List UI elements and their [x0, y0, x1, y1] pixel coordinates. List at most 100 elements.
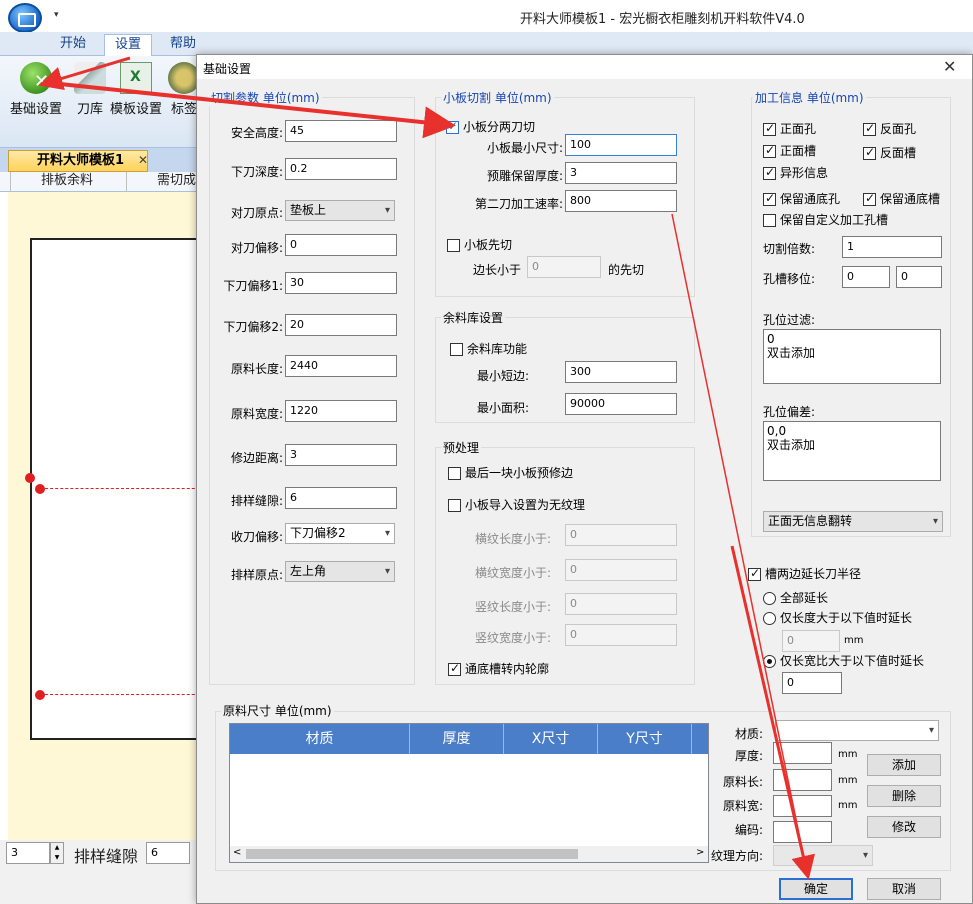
back-slot-checkbox[interactable]: 反面槽	[863, 145, 916, 160]
sheet-width-input[interactable]: 1220	[285, 400, 397, 422]
grain-direction-select[interactable]: ▾	[773, 845, 873, 866]
second-speed-input[interactable]: 800	[565, 190, 677, 212]
edge-length-input[interactable]: 0	[527, 256, 601, 278]
basic-settings-button[interactable]: 基础设置	[10, 62, 62, 117]
precut-checkbox[interactable]: 小板先切	[447, 238, 512, 252]
slot-extend-checkbox[interactable]: 槽两边延长刀半径	[748, 566, 862, 581]
trim-distance-input[interactable]: 3	[285, 444, 397, 466]
document-tab[interactable]: 开料大师模板1	[8, 150, 148, 172]
slot-extend-label: 槽两边延长刀半径	[765, 567, 862, 581]
v-len-input[interactable]: 0	[565, 593, 677, 615]
min-area-input[interactable]: 90000	[565, 393, 677, 415]
modify-button[interactable]: 修改	[867, 816, 941, 838]
col-thickness[interactable]: 厚度	[410, 724, 504, 754]
chevron-down-icon: ▾	[928, 725, 934, 736]
last-trim-checkbox[interactable]: 最后一块小板预修边	[448, 466, 573, 480]
checkbox-icon	[748, 566, 761, 581]
hole-shift-y-input[interactable]: 0	[896, 266, 942, 288]
cut-times-input[interactable]: 1	[842, 236, 942, 258]
flip-option-select[interactable]: 正面无信息翻转 ▾	[763, 511, 943, 532]
no-grain-checkbox[interactable]: 小板导入设置为无纹理	[448, 498, 585, 512]
slot-contour-checkbox[interactable]: 通底槽转内轮廓	[448, 661, 549, 676]
close-icon[interactable]: ✕	[943, 57, 956, 76]
hole-filter-list[interactable]: 0 双击添加	[763, 329, 941, 384]
h-len-input[interactable]: 0	[565, 524, 677, 546]
tool-origin-value: 垫板上	[290, 203, 327, 217]
tab-remnant-layout[interactable]: 排板余料	[10, 172, 130, 192]
ok-button[interactable]: 确定	[779, 878, 853, 900]
trim-spinbox[interactable]: 3	[6, 842, 50, 864]
col-x-size[interactable]: X尺寸	[504, 724, 598, 754]
sheet-board[interactable]	[25, 238, 210, 740]
spin-arrows-icon[interactable]: ▲ ▼	[50, 842, 64, 864]
hole-offset-list[interactable]: 0,0 双击添加	[763, 421, 941, 481]
add-button[interactable]: 添加	[867, 754, 941, 776]
scroll-thumb[interactable]	[246, 849, 578, 859]
checkbox-icon	[447, 239, 460, 252]
layout-origin-select[interactable]: 左上角 ▾	[285, 561, 395, 582]
down-offset1-input[interactable]: 30	[285, 272, 397, 294]
remnant-enable-checkbox[interactable]: 余料库功能	[450, 342, 527, 356]
extend-length-radio[interactable]: 仅长度大于以下值时延长	[763, 611, 912, 625]
checkbox-icon	[448, 661, 461, 676]
back-hole-checkbox[interactable]: 反面孔	[863, 121, 916, 136]
sheet-length-input[interactable]: 2440	[285, 355, 397, 377]
sheet-width-field-input[interactable]	[773, 795, 832, 817]
min-size-input[interactable]: 100	[565, 134, 677, 156]
front-hole-checkbox[interactable]: 正面孔	[763, 121, 816, 136]
quick-access-dropdown-icon[interactable]: ▾	[54, 10, 59, 20]
no-grain-label: 小板导入设置为无纹理	[465, 498, 586, 512]
min-short-input[interactable]: 300	[565, 361, 677, 383]
material-select[interactable]: ▾	[775, 720, 939, 741]
keep-through-hole-checkbox[interactable]: 保留通底孔	[763, 191, 840, 206]
ribbon-tab-start[interactable]: 开始	[50, 34, 96, 56]
chevron-down-icon: ▾	[862, 850, 868, 861]
hole-shift-x-input[interactable]: 0	[842, 266, 890, 288]
scroll-left-icon[interactable]: <	[233, 847, 241, 858]
sheet-length-field-input[interactable]	[773, 769, 832, 791]
split-two-checkbox[interactable]: 小板分两刀切	[446, 119, 535, 134]
cancel-button[interactable]: 取消	[867, 878, 941, 900]
tool-origin-select[interactable]: 垫板上 ▾	[285, 200, 395, 221]
thickness-input[interactable]	[773, 742, 832, 764]
front-slot-checkbox[interactable]: 正面槽	[763, 143, 817, 158]
h-wid-input[interactable]: 0	[565, 559, 677, 581]
app-logo-icon[interactable]	[8, 3, 42, 33]
safe-height-input[interactable]: 45	[285, 120, 397, 142]
cut-depth-input[interactable]: 0.2	[285, 158, 397, 180]
delete-button[interactable]: 删除	[867, 785, 941, 807]
extend-ratio-input[interactable]: 0	[782, 672, 842, 694]
edge-suffix-label: 的先切	[608, 263, 645, 277]
down-offset2-input[interactable]: 20	[285, 314, 397, 336]
code-input[interactable]	[773, 821, 832, 843]
extend-ratio-radio[interactable]: 仅长宽比大于以下值时延长	[763, 654, 924, 668]
shape-info-checkbox[interactable]: 异形信息	[763, 165, 828, 180]
keep-custom-checkbox[interactable]: 保留自定义加工孔槽	[763, 213, 888, 227]
sheet-length-field-label: 原料长:	[722, 775, 763, 789]
tool-library-button[interactable]: 刀库	[74, 62, 106, 117]
close-tab-icon[interactable]: ✕	[138, 153, 148, 167]
layout-gap-input[interactable]: 6	[285, 487, 397, 509]
ribbon-tab-help[interactable]: 帮助	[160, 34, 206, 56]
table-horizontal-scrollbar[interactable]: < >	[230, 846, 708, 862]
v-wid-input[interactable]: 0	[565, 624, 677, 646]
reserve-thickness-input[interactable]: 3	[565, 162, 677, 184]
cut-point-marker	[35, 484, 45, 494]
layout-gap-spinbox[interactable]: 6	[146, 842, 190, 864]
extend-all-radio[interactable]: 全部延长	[763, 591, 828, 605]
checkbox-icon	[763, 214, 776, 227]
min-short-label: 最小短边:	[476, 369, 529, 383]
extend-length-input[interactable]: 0	[782, 630, 840, 652]
layout-gap-label: 排样缝隙	[74, 847, 139, 866]
knife-icon	[74, 62, 106, 94]
keep-through-slot-checkbox[interactable]: 保留通底槽	[863, 191, 940, 206]
retract-offset-select[interactable]: 下刀偏移2 ▾	[285, 523, 395, 544]
col-material[interactable]: 材质	[230, 724, 410, 754]
template-settings-button[interactable]: 模板设置	[110, 62, 162, 117]
second-speed-label: 第二刀加工速率:	[474, 197, 563, 211]
ribbon-tab-settings[interactable]: 设置	[104, 34, 153, 56]
col-y-size[interactable]: Y尺寸	[598, 724, 692, 754]
tool-offset-input[interactable]: 0	[285, 234, 397, 256]
front-slot-label: 正面槽	[780, 144, 817, 158]
material-table[interactable]: 材质 厚度 X尺寸 Y尺寸 < >	[229, 723, 709, 863]
